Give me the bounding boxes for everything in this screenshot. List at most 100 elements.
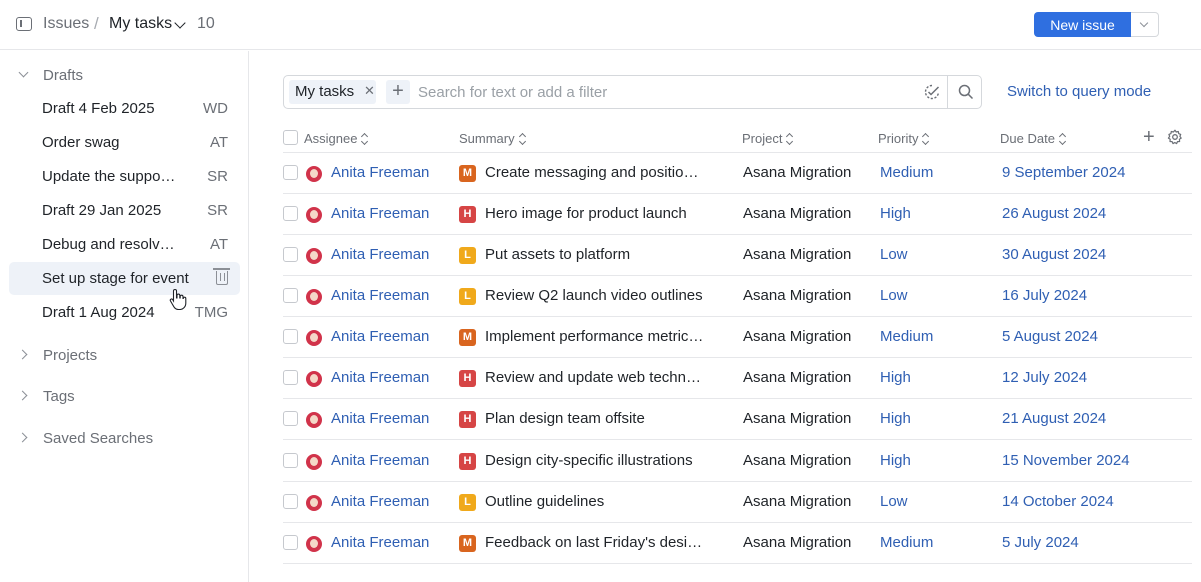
column-priority[interactable]: Priority [878, 131, 930, 146]
close-icon[interactable]: ✕ [364, 84, 375, 97]
due-date-link[interactable]: 5 July 2024 [1002, 534, 1079, 551]
assignee-link[interactable]: Anita Freeman [331, 410, 429, 427]
table-row[interactable]: Anita Freeman H Review and update web te… [283, 358, 1192, 399]
summary-text[interactable]: Put assets to platform [485, 246, 630, 263]
sort-icon [361, 134, 369, 144]
row-checkbox[interactable] [283, 535, 298, 550]
priority-badge: M [459, 535, 476, 552]
assignee-link[interactable]: Anita Freeman [331, 534, 429, 551]
priority-link[interactable]: Low [880, 246, 908, 263]
priority-link[interactable]: Low [880, 493, 908, 510]
priority-link[interactable]: High [880, 205, 911, 222]
summary-text[interactable]: Implement performance metric… [485, 328, 703, 345]
row-checkbox[interactable] [283, 288, 298, 303]
due-date-link[interactable]: 26 August 2024 [1002, 205, 1106, 222]
sidebar-section-saved-searches[interactable]: Saved Searches [0, 423, 249, 453]
table-row[interactable]: Anita Freeman M Feedback on last Friday'… [283, 523, 1192, 564]
due-date-link[interactable]: 9 September 2024 [1002, 164, 1125, 181]
column-summary[interactable]: Summary [459, 131, 527, 146]
new-issue-dropdown-button[interactable] [1131, 12, 1159, 37]
priority-link[interactable]: Low [880, 287, 908, 304]
assignee-link[interactable]: Anita Freeman [331, 452, 429, 469]
sidebar-section-tags[interactable]: Tags [0, 381, 249, 411]
sidebar-toggle-icon[interactable] [16, 17, 32, 31]
draft-item-active[interactable]: Set up stage for event [9, 262, 240, 295]
column-project[interactable]: Project [742, 131, 794, 146]
assignee-link[interactable]: Anita Freeman [331, 246, 429, 263]
search-icon [958, 84, 974, 100]
summary-text[interactable]: Hero image for product launch [485, 205, 687, 222]
summary-text[interactable]: Feedback on last Friday's desi… [485, 534, 702, 551]
draft-item[interactable]: Debug and resolv… AT [9, 228, 240, 261]
search-button[interactable] [947, 75, 983, 109]
search-input[interactable] [418, 81, 898, 103]
sidebar-section-projects[interactable]: Projects [0, 340, 249, 370]
gear-icon[interactable] [1167, 129, 1183, 145]
due-date-link[interactable]: 21 August 2024 [1002, 410, 1106, 427]
check-filter-icon[interactable] [924, 84, 940, 100]
assignee-link[interactable]: Anita Freeman [331, 205, 429, 222]
row-checkbox[interactable] [283, 165, 298, 180]
table-row[interactable]: Anita Freeman M Implement performance me… [283, 317, 1192, 358]
draft-item[interactable]: Draft 4 Feb 2025 WD [9, 92, 240, 125]
summary-text[interactable]: Design city-specific illustrations [485, 452, 693, 469]
table-row[interactable]: Anita Freeman H Design city-specific ill… [283, 441, 1192, 482]
switch-query-mode-link[interactable]: Switch to query mode [1007, 83, 1151, 100]
draft-label: Set up stage for event [42, 270, 189, 287]
table-row[interactable]: Anita Freeman L Review Q2 launch video o… [283, 276, 1192, 317]
sort-icon [519, 134, 527, 144]
summary-text[interactable]: Outline guidelines [485, 493, 604, 510]
breadcrumb-issues[interactable]: Issues [43, 15, 89, 33]
row-checkbox[interactable] [283, 329, 298, 344]
row-checkbox[interactable] [283, 453, 298, 468]
assignee-link[interactable]: Anita Freeman [331, 328, 429, 345]
priority-link[interactable]: High [880, 410, 911, 427]
table-row[interactable]: Anita Freeman H Hero image for product l… [283, 194, 1192, 235]
project-text: Asana Migration [743, 493, 852, 510]
assignee-link[interactable]: Anita Freeman [331, 164, 429, 181]
priority-badge: L [459, 288, 476, 305]
table-row[interactable]: Anita Freeman L Outline guidelines Asana… [283, 482, 1192, 523]
due-date-link[interactable]: 5 August 2024 [1002, 328, 1098, 345]
summary-text[interactable]: Plan design team offsite [485, 410, 645, 427]
trash-icon[interactable] [213, 268, 230, 285]
draft-item[interactable]: Update the suppo… SR [9, 160, 240, 193]
add-filter-button[interactable]: + [386, 80, 410, 104]
chevron-down-icon[interactable] [174, 17, 186, 29]
table-row[interactable]: Anita Freeman M Create messaging and pos… [283, 153, 1192, 194]
priority-link[interactable]: Medium [880, 534, 933, 551]
due-date-link[interactable]: 14 October 2024 [1002, 493, 1114, 510]
row-checkbox[interactable] [283, 370, 298, 385]
saved-searches-label: Saved Searches [43, 429, 154, 447]
priority-link[interactable]: High [880, 452, 911, 469]
row-checkbox[interactable] [283, 411, 298, 426]
assignee-link[interactable]: Anita Freeman [331, 369, 429, 386]
new-issue-button[interactable]: New issue [1034, 12, 1131, 37]
summary-text[interactable]: Create messaging and positio… [485, 164, 698, 181]
add-column-icon[interactable]: + [1143, 127, 1155, 147]
draft-item[interactable]: Draft 1 Aug 2024 TMG [9, 296, 240, 329]
row-checkbox[interactable] [283, 494, 298, 509]
priority-link[interactable]: Medium [880, 164, 933, 181]
due-date-link[interactable]: 15 November 2024 [1002, 452, 1130, 469]
assignee-link[interactable]: Anita Freeman [331, 493, 429, 510]
priority-link[interactable]: Medium [880, 328, 933, 345]
column-due-date[interactable]: Due Date [1000, 131, 1067, 146]
due-date-link[interactable]: 30 August 2024 [1002, 246, 1106, 263]
priority-link[interactable]: High [880, 369, 911, 386]
row-checkbox[interactable] [283, 247, 298, 262]
table-row[interactable]: Anita Freeman H Plan design team offsite… [283, 399, 1192, 440]
breadcrumb-current[interactable]: My tasks [109, 15, 172, 33]
draft-item[interactable]: Order swag AT [9, 126, 240, 159]
draft-item[interactable]: Draft 29 Jan 2025 SR [9, 194, 240, 227]
row-checkbox[interactable] [283, 206, 298, 221]
due-date-link[interactable]: 16 July 2024 [1002, 287, 1087, 304]
due-date-link[interactable]: 12 July 2024 [1002, 369, 1087, 386]
assignee-link[interactable]: Anita Freeman [331, 287, 429, 304]
table-row[interactable]: Anita Freeman L Put assets to platform A… [283, 235, 1192, 276]
sidebar-section-drafts[interactable]: Drafts [0, 60, 249, 90]
summary-text[interactable]: Review and update web techn… [485, 369, 701, 386]
select-all-checkbox[interactable] [283, 130, 298, 145]
summary-text[interactable]: Review Q2 launch video outlines [485, 287, 703, 304]
column-assignee[interactable]: Assignee [304, 131, 369, 146]
